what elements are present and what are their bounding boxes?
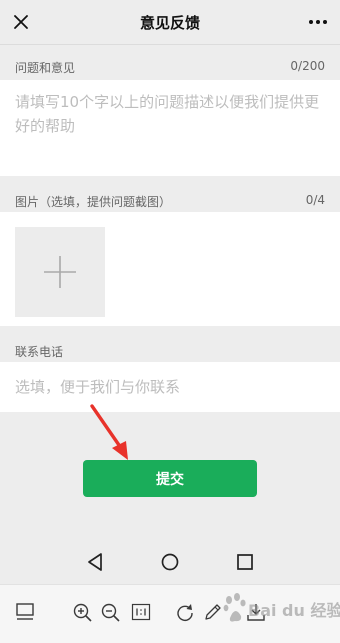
home-icon[interactable] [158,550,182,574]
actual-size-icon[interactable] [130,601,152,623]
system-nav-bar [0,540,340,584]
feedback-textarea[interactable] [15,90,327,170]
watermark: Bai du 经验 [222,590,340,630]
feedback-label: 问题和意见 [15,61,76,75]
watermark-text: Bai du 经验 [248,601,340,620]
annotation-arrow-icon [90,404,128,460]
phone-field[interactable] [15,374,315,400]
zoom-out-icon[interactable] [99,601,121,623]
images-count: 0/4 [305,193,325,207]
rotate-icon[interactable] [174,601,196,623]
paw-logo-icon [223,593,246,622]
recents-icon[interactable] [233,550,257,574]
thumbnail-view-icon[interactable] [14,601,36,623]
zoom-in-icon[interactable] [71,601,93,623]
contact-label: 联系电话 [15,345,64,359]
more-button[interactable] [304,7,332,37]
images-label: 图片（选填，提供问题截图） [15,195,172,209]
more-icon [309,20,327,24]
submit-button[interactable]: 提交 [83,460,257,497]
back-icon[interactable] [84,550,108,574]
plus-icon [44,256,76,288]
edit-pen-icon[interactable] [202,601,224,623]
header-bar: 意见反馈 [0,0,340,45]
add-image-button[interactable] [15,227,105,317]
feedback-count: 0/200 [290,59,325,73]
page-title: 意见反馈 [139,14,200,32]
